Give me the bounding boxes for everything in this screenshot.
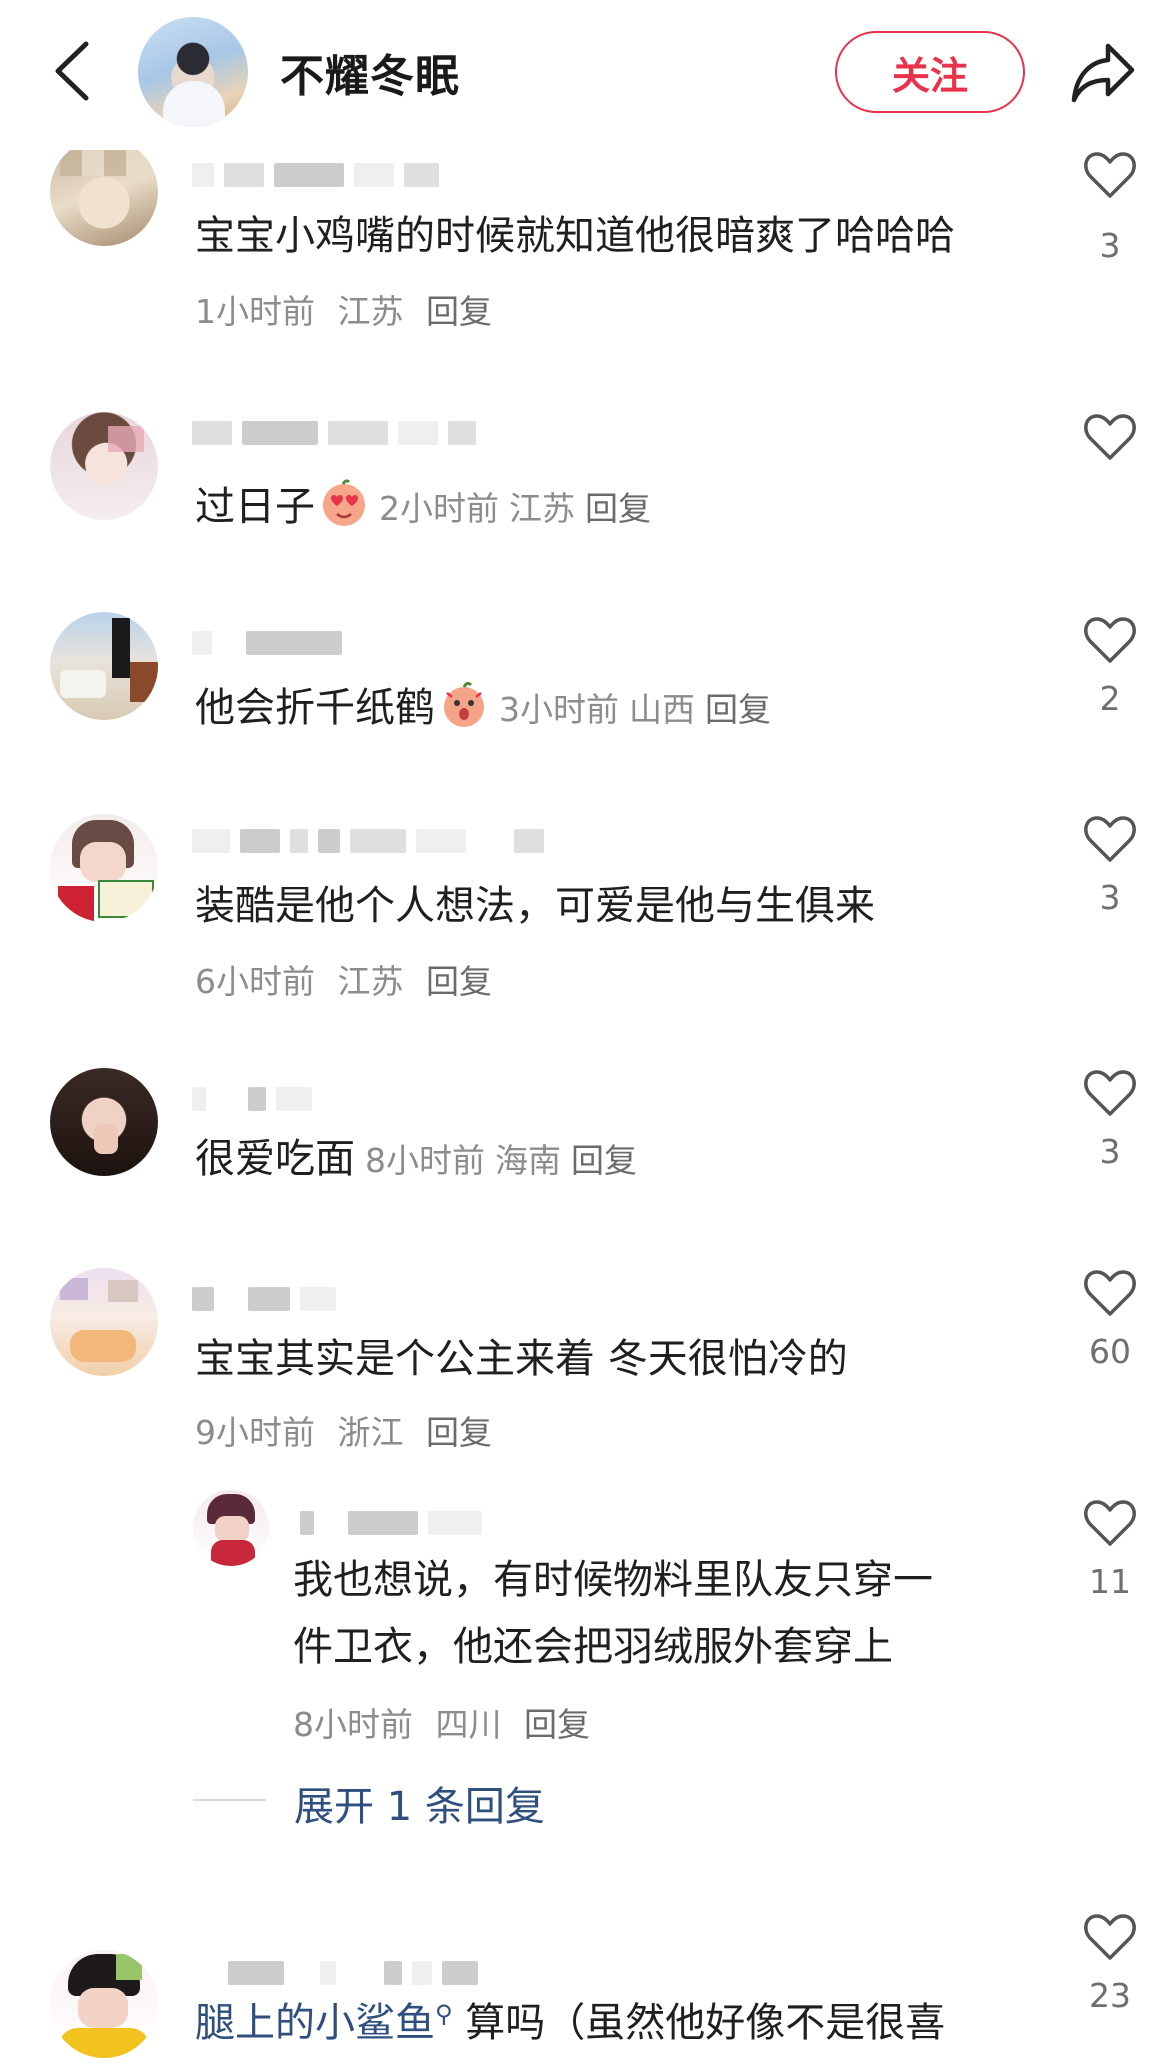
comment-text: 宝宝其实是个公主来着 冬天很怕冷的 (195, 1336, 848, 1382)
share-button[interactable] (1068, 38, 1138, 106)
like-button[interactable]: 3 (1080, 150, 1140, 265)
comment-time: 9小时前 (195, 1413, 315, 1452)
comment-text: 过日子 2小时前 江苏 回复 (195, 475, 651, 541)
share-arrow-icon (1071, 43, 1135, 103)
avatar[interactable] (50, 138, 158, 246)
like-count: 60 (1089, 1332, 1131, 1371)
avatar[interactable] (50, 612, 158, 720)
like-count: 2 (1099, 679, 1121, 718)
comment-location: 江苏 (337, 962, 404, 1001)
avatar[interactable] (50, 1268, 158, 1376)
avatar[interactable] (50, 412, 158, 520)
comment-time: 6小时前 (195, 962, 315, 1001)
nickname-blurred (192, 826, 544, 856)
comment-location: 江苏 (337, 292, 404, 331)
avatar[interactable] (50, 1950, 158, 2058)
comment-time: 1小时前 (195, 292, 315, 331)
expand-divider (193, 1799, 266, 1801)
search-icon: ⚲ (435, 2000, 453, 2028)
avatar[interactable] (50, 1068, 158, 1176)
avatar[interactable] (193, 1490, 269, 1566)
reply-button[interactable]: 回复 (524, 1705, 590, 1744)
like-count: 11 (1089, 1562, 1131, 1601)
expand-replies-button[interactable]: 展开 1 条回复 (294, 1774, 545, 1832)
heart-outline-icon (1084, 1270, 1136, 1316)
comment-text-body: 过日子 (195, 484, 315, 530)
comment-text-body: 他会折千纸鹤 (195, 685, 435, 731)
reply-time: 8小时前 (293, 1705, 413, 1744)
like-count: 23 (1089, 1976, 1131, 2015)
reply-button[interactable]: 回复 (571, 1141, 637, 1180)
reply-location: 四川 (435, 1705, 502, 1744)
like-button[interactable]: 2 (1080, 615, 1140, 718)
comment-text: 他会折千纸鹤 3小时前 山西 回复 (195, 676, 771, 742)
comment-text: 腿上的小鲨鱼⚲ 算吗（虽然他好像不是很喜 (195, 1982, 945, 2055)
like-count: 3 (1099, 878, 1121, 917)
comment-text: 宝宝小鸡嘴的时候就知道他很暗爽了哈哈哈 (195, 213, 955, 259)
author-avatar[interactable] (138, 17, 248, 127)
like-button[interactable] (1080, 412, 1140, 462)
nickname-blurred (192, 160, 439, 190)
heart-outline-icon (1084, 152, 1136, 198)
reply-meta: 8小时前 四川 回复 (293, 1698, 590, 1746)
like-button[interactable]: 60 (1080, 1268, 1140, 1371)
reply-button[interactable]: 回复 (426, 292, 492, 331)
heart-outline-icon (1084, 617, 1136, 663)
like-button[interactable]: 3 (1080, 1068, 1140, 1171)
comment-text-body: 很爱吃面 (195, 1136, 355, 1182)
nickname-blurred (192, 1284, 336, 1314)
nickname-blurred (192, 418, 476, 448)
follow-button[interactable]: 关注 (835, 31, 1025, 113)
reply-button[interactable]: 回复 (426, 1413, 492, 1452)
comment-list: 宝宝小鸡嘴的时候就知道他很暗爽了哈哈哈 1小时前 江苏 回复 3 过日子 2小时前… (0, 0, 1170, 2058)
back-button[interactable] (48, 36, 98, 106)
nickname-blurred (192, 628, 342, 658)
comment-location: 江苏 (509, 489, 575, 528)
reply-button[interactable]: 回复 (705, 690, 771, 729)
heart-eyes-emoji (323, 479, 365, 526)
comment-location: 浙江 (337, 1413, 404, 1452)
reply-text-line: 件卫衣，他还会把羽绒服外套穿上 (293, 1624, 893, 1670)
comment-meta: 9小时前 浙江 回复 (195, 1406, 492, 1454)
comment-text: 很爱吃面 8小时前 海南 回复 (195, 1127, 637, 1193)
comment-time: 3小时前 (499, 690, 619, 729)
like-count: 3 (1099, 226, 1121, 265)
author-name[interactable]: 不耀冬眠 (280, 40, 460, 104)
comment-text: 装酷是他个人想法，可爱是他与生俱来 (195, 883, 875, 929)
mention-link[interactable]: 腿上的小鲨鱼 (195, 2000, 435, 2046)
reply-button[interactable]: 回复 (426, 962, 492, 1001)
like-button[interactable]: 3 (1080, 814, 1140, 917)
like-button[interactable]: 23 (1080, 1912, 1140, 2015)
comment-text-body: 算吗（虽然他好像不是很喜 (465, 2000, 946, 2046)
like-count: 3 (1099, 1132, 1121, 1171)
avatar[interactable] (50, 814, 158, 922)
reply-button[interactable]: 回复 (585, 489, 651, 528)
comment-location: 山西 (629, 690, 695, 729)
top-bar: 不耀冬眠 关注 (0, 0, 1170, 150)
nickname-blurred (192, 1084, 312, 1114)
comment-meta: 6小时前 江苏 回复 (195, 955, 492, 1003)
heart-outline-icon (1084, 1500, 1136, 1546)
comment-time: 2小时前 (379, 489, 499, 528)
heart-outline-icon (1084, 1914, 1136, 1960)
comment-time: 8小时前 (365, 1141, 485, 1180)
heart-outline-icon (1084, 816, 1136, 862)
heart-outline-icon (1084, 414, 1136, 460)
shocked-emoji (444, 681, 484, 727)
heart-outline-icon (1084, 1070, 1136, 1116)
reply-text-line: 我也想说，有时候物料里队友只穿一 (293, 1557, 933, 1603)
comment-meta: 1小时前 江苏 回复 (195, 285, 492, 333)
chevron-left-icon (55, 41, 89, 101)
comment-location: 海南 (495, 1141, 561, 1180)
like-button[interactable]: 11 (1080, 1498, 1140, 1601)
nickname-blurred (300, 1508, 482, 1538)
